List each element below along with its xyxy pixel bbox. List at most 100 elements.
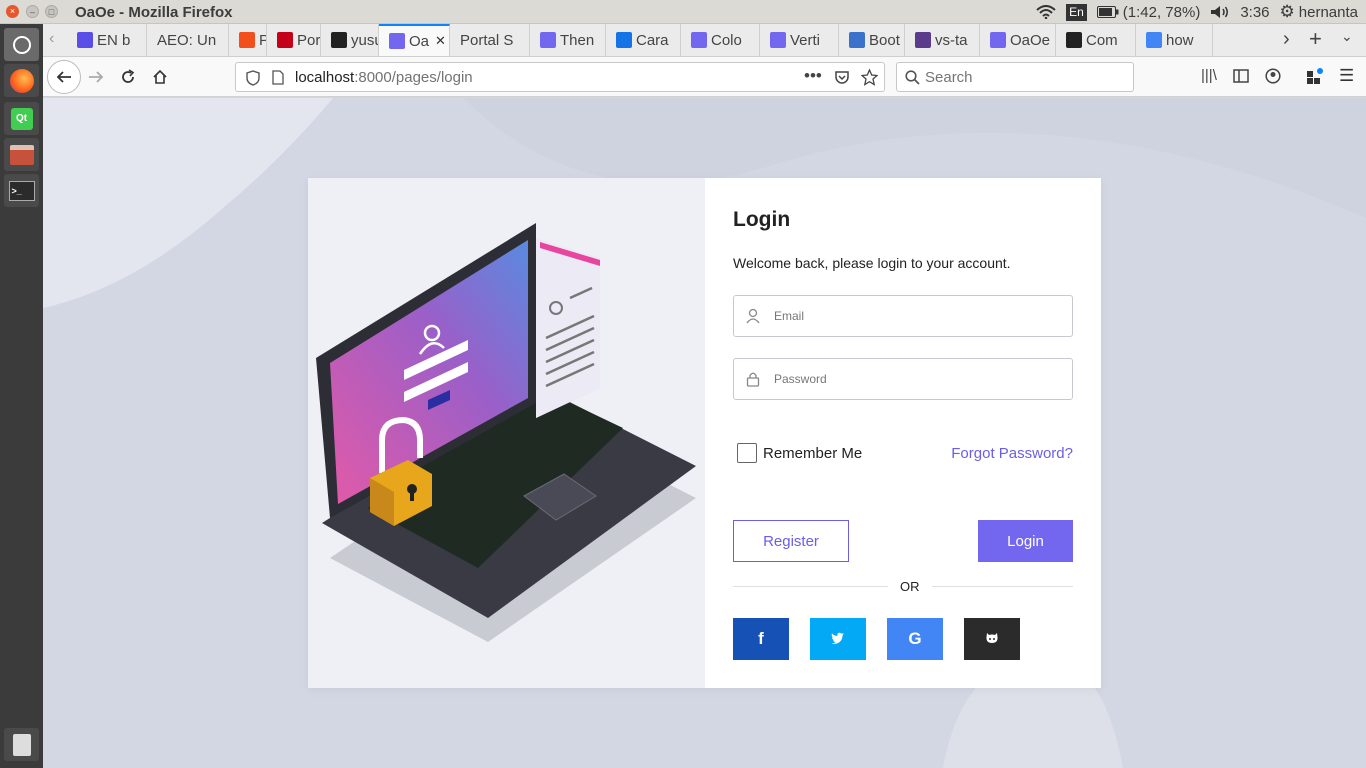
page-icon [272,70,284,85]
tab-7[interactable]: Portal S [450,24,530,56]
tab-label: yusu [351,31,378,49]
google-icon: G [908,629,922,648]
tab-scroll-right-button[interactable]: › [1283,28,1290,51]
tab-11[interactable]: Verti [760,24,839,56]
password-input[interactable] [774,367,1064,391]
tab-6[interactable]: Oa ✕ [379,24,450,56]
back-button[interactable] [47,60,81,94]
tab-label: how [1166,31,1194,49]
facebook-icon: f [758,629,764,648]
google-login-button[interactable]: G [887,618,943,660]
tab-favicon-icon [915,32,931,48]
qt-creator-icon[interactable]: Qt [4,102,39,135]
email-field[interactable] [733,295,1073,337]
tab-9[interactable]: Cara [606,24,681,56]
or-label: OR [888,579,932,594]
tab-16[interactable]: how [1136,24,1213,56]
search-input[interactable] [925,68,1125,86]
twitter-login-button[interactable] [810,618,866,660]
keyboard-language-indicator[interactable]: En [1066,3,1087,21]
page-viewport: Login Welcome back, please login to your… [43,98,1366,768]
login-card: Login Welcome back, please login to your… [308,178,1101,688]
tab-favicon-icon [277,32,293,48]
bookmark-star-icon[interactable] [861,69,878,86]
terminal-icon[interactable]: >_ [4,174,39,207]
volume-icon[interactable] [1210,5,1230,19]
tab-13[interactable]: vs-ta [905,24,980,56]
firefox-icon[interactable] [4,64,39,97]
tab-8[interactable]: Then [530,24,606,56]
tab-10[interactable]: Colo [681,24,760,56]
tab-label: Cara [636,31,669,49]
tab-label: Boot [869,31,900,49]
tab-5[interactable]: yusu [321,24,379,56]
tab-15[interactable]: Com [1056,24,1136,56]
menu-icon[interactable]: ☰ [1339,66,1354,86]
github-login-button[interactable] [964,618,1020,660]
window-close-button[interactable]: × [6,5,19,18]
forward-arrow-icon [89,71,104,83]
email-input[interactable] [774,304,1064,328]
tab-label: Then [560,31,595,49]
dash-icon[interactable] [4,28,39,61]
remember-me[interactable]: Remember Me [737,443,862,463]
sidebar-icon[interactable] [1233,69,1249,83]
user-menu[interactable]: ⚙ hernanta [1280,2,1358,22]
url-bar[interactable]: localhost:8000/pages/login ••• [235,62,885,92]
tab-favicon-icon [1066,32,1082,48]
tab-4[interactable]: Porta [267,24,321,56]
facebook-login-button[interactable]: f [733,618,789,660]
login-button[interactable]: Login [978,520,1073,562]
search-bar[interactable] [896,62,1134,92]
pocket-icon[interactable] [834,70,850,86]
tab-label: Portal S [460,31,514,49]
file-manager-icon[interactable] [4,138,39,171]
twitter-icon [831,629,845,649]
register-button[interactable]: Register [733,520,849,562]
tab-3[interactable]: Porta [229,24,267,56]
os-top-bar: × – □ OaOe - Mozilla Firefox En (1:42, 7… [0,0,1366,24]
battery-indicator[interactable]: (1:42, 78%) [1096,4,1200,21]
user-name: hernanta [1298,3,1358,21]
tab-favicon-icon [691,32,707,48]
tab-label: vs-ta [935,31,968,49]
tab-favicon-icon [239,32,255,48]
home-button[interactable] [146,63,174,91]
back-arrow-icon [56,71,71,83]
trash-icon[interactable] [4,728,39,761]
forward-button[interactable] [82,63,110,91]
url-path: :8000/pages/login [354,69,473,86]
clock[interactable]: 3:36 [1240,4,1269,21]
tab-favicon-icon [77,32,93,48]
battery-icon [1096,6,1119,18]
extensions-icon[interactable] [1306,67,1324,85]
tab-label: EN b [97,31,131,49]
tab-favicon-icon [616,32,632,48]
tab-favicon-icon [990,32,1006,48]
system-tray: En (1:42, 78%) 3:36 ⚙ hernanta [1036,2,1358,22]
tab-close-icon[interactable]: ✕ [435,33,446,49]
password-field[interactable] [733,358,1073,400]
account-icon[interactable] [1265,68,1281,84]
library-icon[interactable]: |||\ [1201,67,1217,84]
tab-12[interactable]: Boot [839,24,905,56]
page-actions-icon[interactable]: ••• [804,66,822,86]
tab-1[interactable]: EN b [67,24,147,56]
window-maximize-button[interactable]: □ [45,5,58,18]
gear-icon: ⚙ [1279,2,1295,21]
reload-button[interactable] [114,63,142,91]
home-icon [153,69,167,84]
tab-favicon-icon [540,32,556,48]
window-minimize-button[interactable]: – [26,5,39,18]
tab-scroll-left-button[interactable]: ‹ [49,30,54,48]
url-text[interactable]: localhost:8000/pages/login [295,69,473,86]
tab-list-button[interactable]: ⌄ [1341,28,1353,45]
tab-favicon-icon [331,32,347,48]
forgot-password-link[interactable]: Forgot Password? [951,445,1073,462]
tab-14[interactable]: OaOe [980,24,1056,56]
wifi-icon[interactable] [1036,5,1056,19]
remember-me-label: Remember Me [763,444,863,462]
tab-2[interactable]: AEO: Un [147,24,229,56]
remember-me-checkbox[interactable] [737,443,757,463]
new-tab-button[interactable]: + [1309,26,1322,52]
